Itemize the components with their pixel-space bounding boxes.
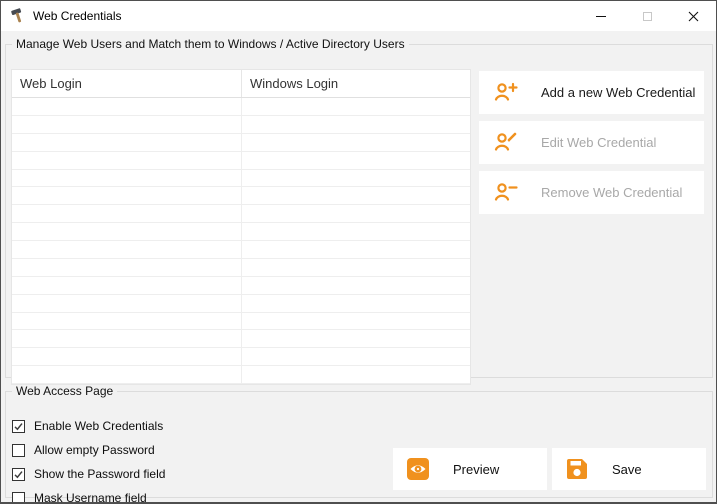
save-button[interactable]: Save	[552, 448, 706, 490]
save-icon	[564, 456, 590, 482]
manage-web-users-group: Manage Web Users and Match them to Windo…	[5, 37, 713, 378]
table-header: Web Login Windows Login	[12, 70, 470, 98]
access-checkboxes: Enable Web Credentials Allow empty Passw…	[12, 414, 165, 504]
preview-button[interactable]: Preview	[393, 448, 547, 490]
show-password-field-label: Show the Password field	[34, 467, 165, 481]
checkbox-row[interactable]: Show the Password field	[12, 462, 165, 486]
maximize-icon	[643, 12, 652, 21]
web-access-page-group: Web Access Page Enable Web Credentials A…	[5, 384, 713, 498]
bottom-actions: Preview Save	[393, 448, 706, 490]
check-icon	[13, 421, 24, 432]
user-add-icon	[493, 80, 519, 106]
add-web-credential-label: Add a new Web Credential	[541, 85, 695, 100]
column-separator	[241, 98, 242, 384]
app-hammer-icon	[10, 8, 26, 24]
column-header-web-login[interactable]: Web Login	[12, 70, 242, 97]
mask-username-field-label: Mask Username field	[34, 491, 147, 504]
user-remove-icon	[493, 180, 519, 206]
minimize-icon	[596, 16, 606, 17]
web-credentials-window: Web Credentials Manage Web Users and Mat…	[0, 0, 717, 504]
enable-web-credentials-checkbox[interactable]	[12, 420, 25, 433]
close-button[interactable]	[670, 1, 716, 31]
check-icon	[13, 469, 24, 480]
preview-label: Preview	[453, 462, 499, 477]
window-title: Web Credentials	[33, 9, 122, 23]
window-controls	[578, 1, 716, 31]
allow-empty-password-checkbox[interactable]	[12, 444, 25, 457]
save-label: Save	[612, 462, 642, 477]
manage-group-label: Manage Web Users and Match them to Windo…	[12, 37, 409, 51]
minimize-button[interactable]	[578, 1, 624, 31]
enable-web-credentials-label: Enable Web Credentials	[34, 419, 163, 433]
titlebar: Web Credentials	[1, 1, 716, 31]
table-rows	[12, 98, 470, 384]
credential-actions: Add a new Web Credential Edit Web Creden…	[479, 71, 704, 221]
column-header-windows-login[interactable]: Windows Login	[242, 70, 472, 97]
checkbox-row[interactable]: Mask Username field	[12, 486, 165, 504]
user-edit-icon	[493, 130, 519, 156]
add-web-credential-button[interactable]: Add a new Web Credential	[479, 71, 704, 114]
checkbox-row[interactable]: Allow empty Password	[12, 438, 165, 462]
credentials-table[interactable]: Web Login Windows Login	[11, 69, 471, 385]
remove-web-credential-label: Remove Web Credential	[541, 185, 682, 200]
edit-web-credential-label: Edit Web Credential	[541, 135, 656, 150]
mask-username-field-checkbox[interactable]	[12, 492, 25, 504]
allow-empty-password-label: Allow empty Password	[34, 443, 155, 457]
edit-web-credential-button: Edit Web Credential	[479, 121, 704, 164]
show-password-field-checkbox[interactable]	[12, 468, 25, 481]
eye-icon	[405, 456, 431, 482]
maximize-button	[624, 1, 670, 31]
remove-web-credential-button: Remove Web Credential	[479, 171, 704, 214]
access-group-label: Web Access Page	[12, 384, 117, 398]
checkbox-row[interactable]: Enable Web Credentials	[12, 414, 165, 438]
close-icon	[688, 11, 699, 22]
